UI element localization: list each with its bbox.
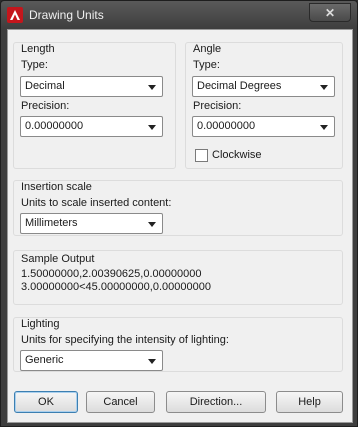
insertion-scale-label: Insertion scale bbox=[21, 181, 92, 193]
chevron-down-icon bbox=[148, 222, 156, 227]
lighting-units-label: Units for specifying the intensity of li… bbox=[21, 334, 229, 346]
direction-button[interactable]: Direction... bbox=[166, 391, 266, 413]
insertion-units-value: Millimeters bbox=[25, 217, 78, 229]
clockwise-label[interactable]: Clockwise bbox=[212, 149, 262, 161]
chevron-down-icon bbox=[148, 85, 156, 90]
sample-output-line-2: 3.00000000<45.00000000,0.00000000 bbox=[21, 281, 211, 293]
lighting-units-select[interactable]: Generic bbox=[20, 350, 163, 371]
autocad-logo-icon bbox=[7, 7, 23, 23]
length-precision-select[interactable]: 0.00000000 bbox=[20, 116, 163, 137]
length-group: Length Type: Decimal Precision: 0.000000… bbox=[13, 42, 176, 169]
chevron-down-icon bbox=[148, 359, 156, 364]
clockwise-checkbox[interactable] bbox=[195, 149, 208, 162]
lighting-label: Lighting bbox=[21, 318, 60, 330]
dialog-window: Drawing Units ✕ Length Type: Decimal Pre… bbox=[0, 0, 358, 427]
length-precision-label: Precision: bbox=[21, 100, 70, 112]
angle-type-select[interactable]: Decimal Degrees bbox=[192, 76, 335, 97]
angle-precision-label: Precision: bbox=[193, 100, 242, 112]
chevron-down-icon bbox=[320, 125, 328, 130]
lighting-units-value: Generic bbox=[25, 354, 64, 366]
angle-type-label: Type: bbox=[193, 59, 220, 71]
length-type-select[interactable]: Decimal bbox=[20, 76, 163, 97]
sample-output-group: Sample Output 1.50000000,2.00390625,0.00… bbox=[13, 250, 343, 305]
lighting-group: Lighting Units for specifying the intens… bbox=[13, 317, 343, 372]
length-type-value: Decimal bbox=[25, 80, 65, 92]
dialog-body: Length Type: Decimal Precision: 0.000000… bbox=[7, 29, 353, 423]
length-group-label: Length bbox=[21, 43, 55, 55]
close-icon: ✕ bbox=[324, 5, 336, 20]
insertion-scale-group: Insertion scale Units to scale inserted … bbox=[13, 180, 343, 236]
angle-precision-value: 0.00000000 bbox=[197, 120, 256, 132]
length-type-label: Type: bbox=[21, 59, 48, 71]
angle-group-label: Angle bbox=[193, 43, 222, 55]
chevron-down-icon bbox=[148, 125, 156, 130]
sample-output-line-1: 1.50000000,2.00390625,0.00000000 bbox=[21, 268, 202, 280]
window-title: Drawing Units bbox=[29, 8, 104, 22]
angle-type-value: Decimal Degrees bbox=[197, 80, 282, 92]
title-bar[interactable]: Drawing Units ✕ bbox=[1, 1, 357, 29]
cancel-button[interactable]: Cancel bbox=[86, 391, 155, 413]
help-button[interactable]: Help bbox=[276, 391, 343, 413]
length-precision-value: 0.00000000 bbox=[25, 120, 84, 132]
ok-button[interactable]: OK bbox=[14, 391, 78, 413]
insertion-units-label: Units to scale inserted content: bbox=[21, 197, 172, 209]
close-button[interactable]: ✕ bbox=[309, 3, 351, 22]
chevron-down-icon bbox=[320, 85, 328, 90]
insertion-units-select[interactable]: Millimeters bbox=[20, 213, 163, 234]
angle-group: Angle Type: Decimal Degrees Precision: 0… bbox=[185, 42, 343, 169]
angle-precision-select[interactable]: 0.00000000 bbox=[192, 116, 335, 137]
sample-output-label: Sample Output bbox=[21, 253, 95, 265]
